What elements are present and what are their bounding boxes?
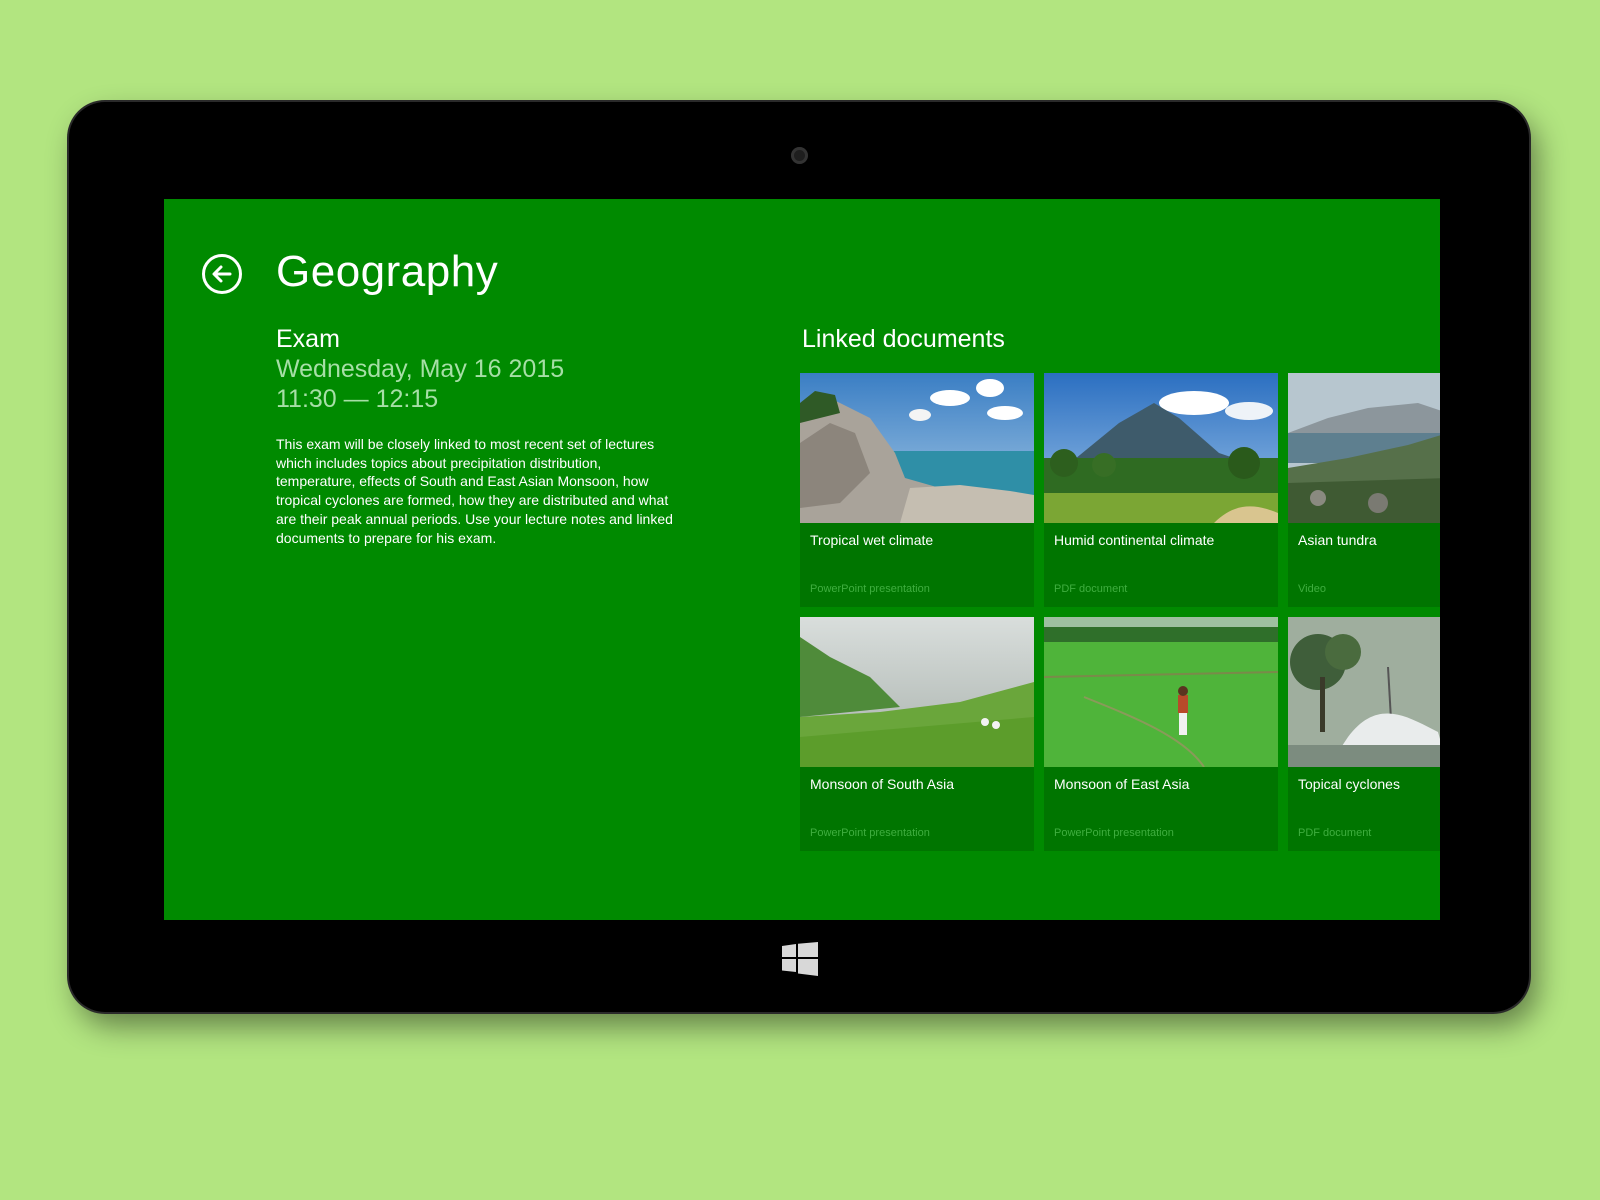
exam-description: This exam will be closely linked to most… bbox=[276, 436, 673, 546]
exam-label: Exam bbox=[276, 325, 340, 353]
document-title: Topical cyclones bbox=[1298, 776, 1400, 792]
back-button[interactable] bbox=[202, 254, 242, 294]
document-title: Tropical wet climate bbox=[810, 532, 934, 548]
document-type: PowerPoint presentation bbox=[810, 827, 930, 839]
page-title: Geography bbox=[276, 247, 499, 296]
document-type: PDF document bbox=[1054, 583, 1128, 595]
back-arrow-icon bbox=[212, 265, 232, 283]
document-type: PowerPoint presentation bbox=[1054, 827, 1174, 839]
document-title: Humid continental climate bbox=[1054, 532, 1215, 548]
document-tile-monsoon-of-east-asia[interactable]: Monsoon of East Asia PowerPoint presenta… bbox=[1044, 617, 1278, 851]
exam-date: Wednesday, May 16 2015 bbox=[276, 355, 565, 383]
windows-button[interactable] bbox=[782, 942, 818, 976]
document-title: Asian tundra bbox=[1298, 532, 1377, 548]
document-tile-tropical-wet-climate[interactable]: Tropical wet climate PowerPoint presenta… bbox=[800, 373, 1034, 607]
document-type: PowerPoint presentation bbox=[810, 583, 930, 595]
document-tile-asian-tundra[interactable]: Asian tundra Video bbox=[1288, 373, 1440, 607]
document-title: Monsoon of East Asia bbox=[1054, 776, 1190, 792]
windows-logo-icon bbox=[782, 942, 818, 976]
document-tile-monsoon-of-south-asia[interactable]: Monsoon of South Asia PowerPoint present… bbox=[800, 617, 1034, 851]
app-screen: Geography Exam Wednesday, May 16 2015 11… bbox=[164, 199, 1440, 920]
tablet-device: Geography Exam Wednesday, May 16 2015 11… bbox=[69, 102, 1529, 1012]
exam-time: 11:30 — 12:15 bbox=[276, 385, 439, 413]
linked-documents-grid: Tropical wet climate PowerPoint presenta… bbox=[800, 373, 1440, 851]
document-tile-topical-cyclones[interactable]: Topical cyclones PDF document bbox=[1288, 617, 1440, 851]
volcano-landscape-image bbox=[1044, 373, 1278, 523]
document-tile-humid-continental-climate[interactable]: Humid continental climate PDF document bbox=[1044, 373, 1278, 607]
document-type: PDF document bbox=[1298, 827, 1372, 839]
rice-field-image bbox=[1044, 617, 1278, 767]
misty-hills-image bbox=[800, 617, 1034, 767]
camera-icon bbox=[791, 147, 808, 164]
linked-documents-title: Linked documents bbox=[802, 325, 1005, 353]
document-title: Monsoon of South Asia bbox=[810, 776, 954, 792]
storm-waves-image bbox=[1288, 617, 1440, 767]
rocky-coast-image bbox=[800, 373, 1034, 523]
document-type: Video bbox=[1298, 583, 1326, 595]
coastal-cliffs-image bbox=[1288, 373, 1440, 523]
